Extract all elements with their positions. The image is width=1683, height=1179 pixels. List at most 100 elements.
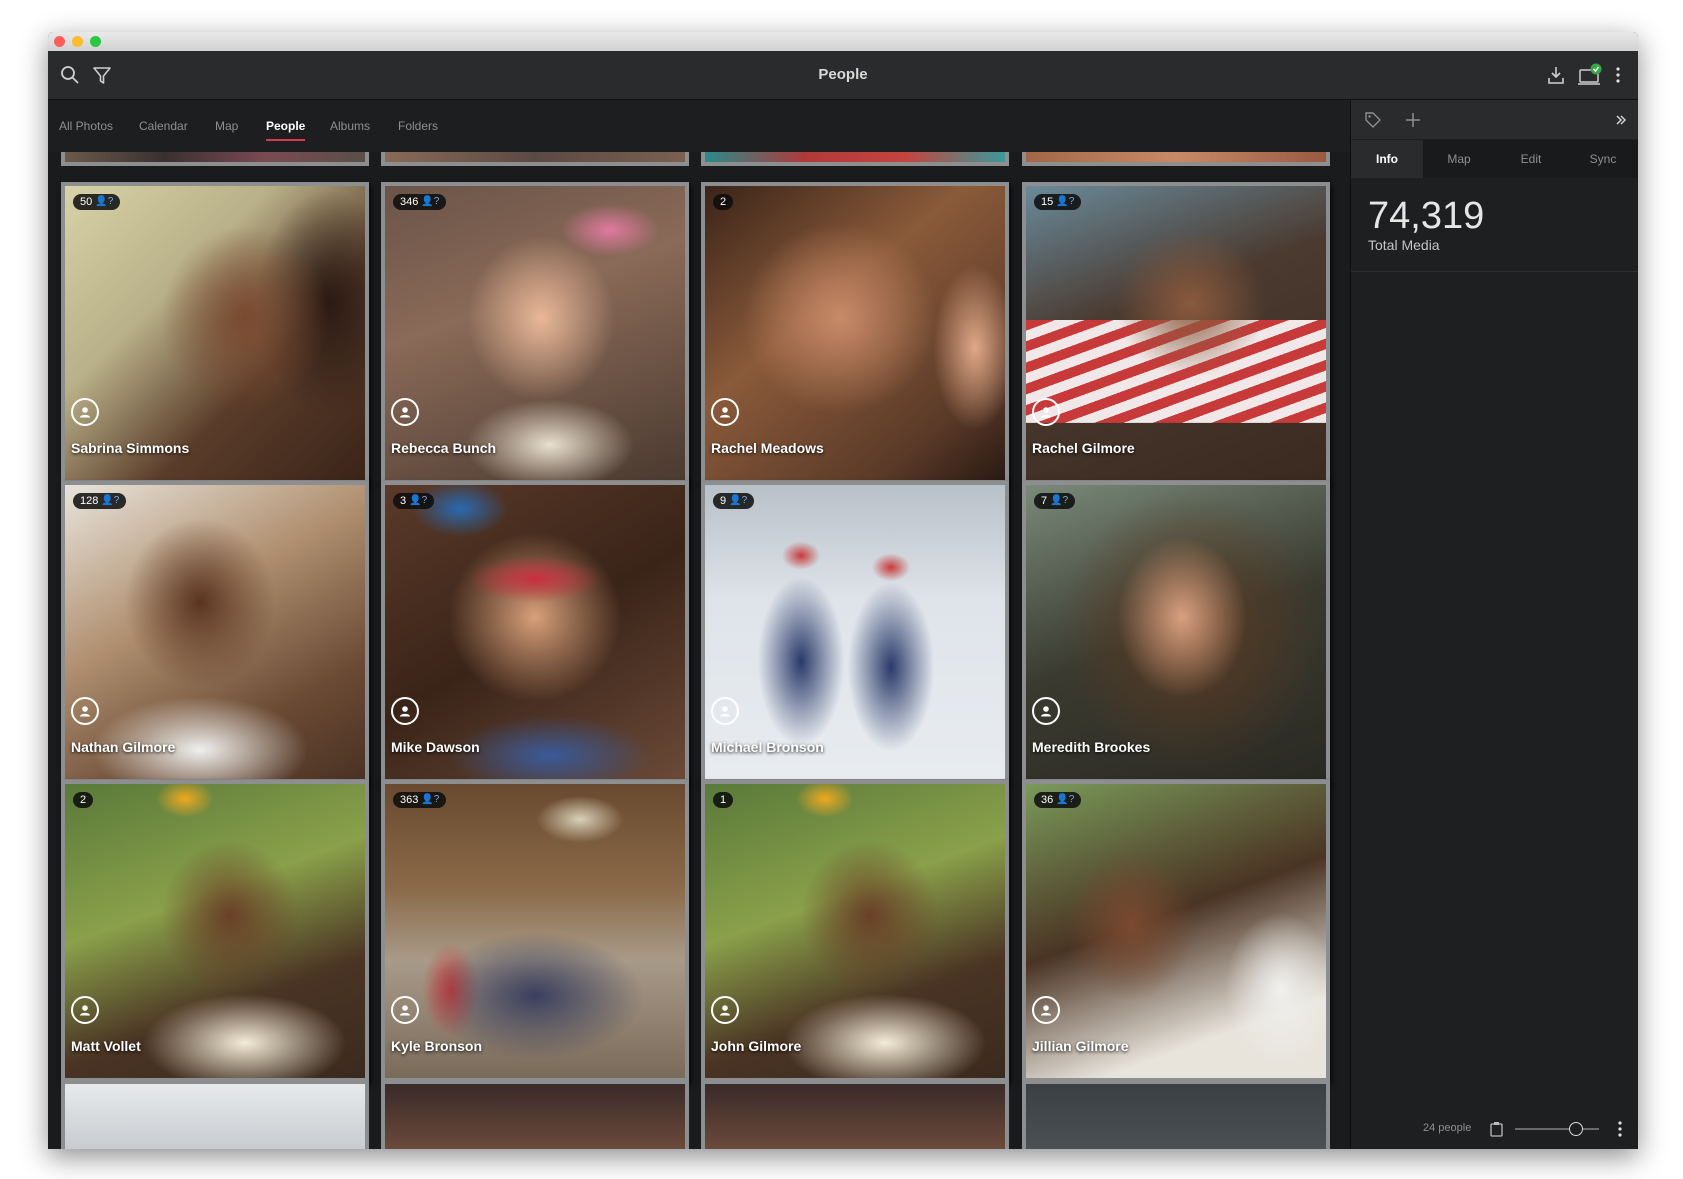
person-card[interactable]: 15 👤? Rachel Gilmore — [1022, 182, 1330, 484]
person-card[interactable]: 128 👤? Nathan Gilmore — [61, 481, 369, 783]
tab-albums[interactable]: Albums — [330, 100, 370, 152]
sidebar-tabs: Info Map Edit Sync — [1351, 140, 1638, 178]
photo-count-badge: 36 👤? — [1034, 792, 1082, 808]
person-card[interactable]: 7 👤? Meredith Brookes — [1022, 481, 1330, 783]
more-icon[interactable] — [1613, 1118, 1627, 1140]
person-photo — [385, 784, 685, 1078]
plus-icon[interactable] — [1401, 100, 1425, 139]
person-name: Matt Vollet — [71, 1038, 141, 1054]
person-profile-icon[interactable] — [71, 996, 99, 1024]
person-card[interactable]: 2 Matt Vollet — [61, 780, 369, 1082]
photo-count-badge: 346 👤? — [393, 194, 447, 210]
divider — [1351, 271, 1638, 272]
unconfirmed-person-icon: 👤? — [421, 794, 440, 805]
tab-sidebar-map[interactable]: Map — [1423, 140, 1495, 178]
person-card-partial[interactable] — [701, 1080, 1009, 1149]
person-name: Rachel Gilmore — [1032, 440, 1135, 456]
tab-sync[interactable]: Sync — [1567, 140, 1638, 178]
person-card-partial[interactable] — [1022, 1080, 1330, 1149]
person-profile-icon[interactable] — [711, 697, 739, 725]
person-profile-icon[interactable] — [71, 398, 99, 426]
person-card-partial[interactable] — [61, 152, 369, 166]
person-profile-icon[interactable] — [391, 398, 419, 426]
unconfirmed-person-icon: 👤? — [1056, 794, 1075, 805]
person-profile-icon[interactable] — [1032, 996, 1060, 1024]
unconfirmed-person-icon: 👤? — [729, 495, 748, 506]
tab-all-photos[interactable]: All Photos — [59, 100, 113, 152]
person-photo — [1026, 784, 1326, 1078]
person-card[interactable]: 363 👤? Kyle Bronson — [381, 780, 689, 1082]
total-media-label: Total Media — [1368, 237, 1440, 253]
minimize-window-button[interactable] — [72, 36, 83, 47]
tab-info[interactable]: Info — [1351, 140, 1423, 178]
search-icon[interactable] — [56, 51, 84, 99]
person-name: Michael Bronson — [711, 739, 824, 755]
person-card[interactable]: 9 👤? Michael Bronson — [701, 481, 1009, 783]
photo-count-badge: 9 👤? — [713, 493, 755, 509]
person-profile-icon[interactable] — [391, 697, 419, 725]
person-card[interactable]: 2 Rachel Meadows — [701, 182, 1009, 484]
person-photo — [65, 784, 365, 1078]
person-photo — [65, 186, 365, 480]
sidebar-toolbar — [1351, 100, 1638, 139]
person-profile-icon[interactable] — [1032, 697, 1060, 725]
person-profile-icon[interactable] — [711, 398, 739, 426]
photo-count-badge: 2 — [73, 792, 94, 808]
filter-icon[interactable] — [88, 51, 116, 99]
expand-icon[interactable] — [1611, 100, 1631, 139]
more-icon[interactable] — [1608, 51, 1628, 99]
zoom-slider-thumb[interactable] — [1569, 1122, 1583, 1136]
person-profile-icon[interactable] — [711, 996, 739, 1024]
photo-count-badge: 363 👤? — [393, 792, 447, 808]
people-count: 24 people — [1423, 1122, 1472, 1134]
clipboard-icon[interactable] — [1487, 1118, 1505, 1140]
unconfirmed-person-icon: 👤? — [409, 495, 428, 506]
person-card-partial[interactable] — [381, 1080, 689, 1149]
person-profile-icon[interactable] — [391, 996, 419, 1024]
person-profile-icon[interactable] — [71, 697, 99, 725]
tab-map[interactable]: Map — [215, 100, 238, 152]
person-card[interactable]: 50 👤? Sabrina Simmons — [61, 182, 369, 484]
unconfirmed-person-icon: 👤? — [1056, 196, 1075, 207]
toolbar: People — [48, 51, 1638, 100]
person-photo — [1026, 485, 1326, 779]
person-card[interactable]: 346 👤? Rebecca Bunch — [381, 182, 689, 484]
app-window: People All Photos Calendar Map People Al… — [48, 32, 1638, 1149]
person-name: Nathan Gilmore — [71, 739, 176, 755]
tab-people[interactable]: People — [266, 100, 306, 152]
total-media-count: 74,319 — [1368, 195, 1485, 237]
photo-count-badge: 2 — [713, 194, 734, 210]
person-card-partial[interactable] — [61, 1080, 369, 1149]
person-card-partial[interactable] — [1022, 152, 1330, 166]
person-name: Kyle Bronson — [391, 1038, 483, 1054]
person-name: Mike Dawson — [391, 739, 480, 755]
unconfirmed-person-icon: 👤? — [421, 196, 440, 207]
person-card[interactable]: 1 John Gilmore — [701, 780, 1009, 1082]
person-name: Rachel Meadows — [711, 440, 824, 456]
zoom-window-button[interactable] — [90, 36, 101, 47]
zoom-slider[interactable] — [1515, 1122, 1599, 1136]
person-photo — [705, 186, 1005, 480]
person-card-partial[interactable] — [381, 152, 689, 166]
photo-count-badge: 15 👤? — [1034, 194, 1082, 210]
person-profile-icon[interactable] — [1032, 398, 1060, 426]
unconfirmed-person-icon: 👤? — [101, 495, 120, 506]
tab-folders[interactable]: Folders — [398, 100, 438, 152]
photo-count-badge: 128 👤? — [73, 493, 127, 509]
person-name: Rebecca Bunch — [391, 440, 497, 456]
person-photo — [65, 485, 365, 779]
download-icon[interactable] — [1544, 51, 1568, 99]
person-photo — [705, 784, 1005, 1078]
computer-sync-icon[interactable] — [1576, 51, 1604, 99]
tab-edit[interactable]: Edit — [1495, 140, 1567, 178]
person-card[interactable]: 36 👤? Jillian Gilmore — [1022, 780, 1330, 1082]
person-name: Meredith Brookes — [1032, 739, 1151, 755]
person-card[interactable]: 3 👤? Mike Dawson — [381, 481, 689, 783]
close-window-button[interactable] — [54, 36, 65, 47]
tag-icon[interactable] — [1361, 100, 1385, 139]
person-name: Sabrina Simmons — [71, 440, 190, 456]
person-card-partial[interactable] — [701, 152, 1009, 166]
unconfirmed-person-icon: 👤? — [1050, 495, 1069, 506]
view-tabs: All Photos Calendar Map People Albums Fo… — [48, 100, 1350, 152]
tab-calendar[interactable]: Calendar — [139, 100, 188, 152]
